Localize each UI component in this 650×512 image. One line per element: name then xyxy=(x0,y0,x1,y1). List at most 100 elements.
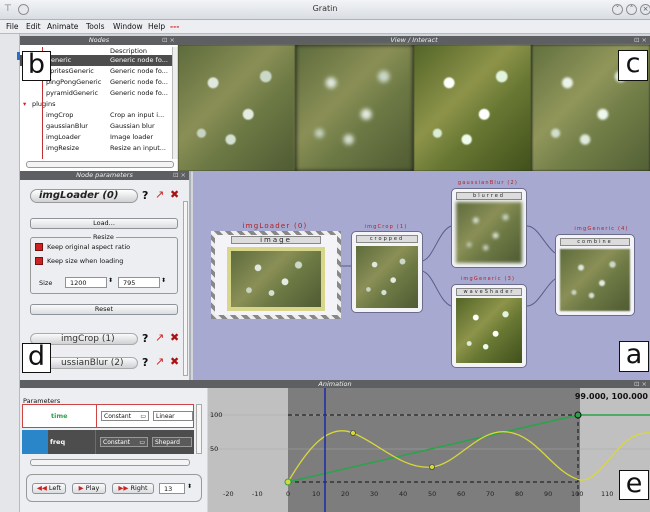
menu-edit[interactable]: Edit xyxy=(26,22,41,31)
graph-node-output: blurred xyxy=(456,192,522,200)
node-graph-panel: imgLoader (0) image imgCrop (1) cropped … xyxy=(193,171,650,380)
y-tick: 100 xyxy=(210,411,223,419)
x-tick: 80 xyxy=(515,490,524,498)
delete-icon[interactable]: ✖ xyxy=(170,188,179,201)
params-scrollbar[interactable] xyxy=(183,201,188,376)
animation-params-panel: Parameters time Constant ▭ Linear freq Co… xyxy=(20,388,207,512)
delete-icon[interactable]: ✖ xyxy=(170,331,179,344)
node-row-imgresize[interactable]: imgResize Resize an input... xyxy=(20,143,178,154)
anim-params-v-scrollbar[interactable] xyxy=(196,404,202,454)
right-button-label: Right xyxy=(130,484,148,492)
curve-select[interactable]: Shepard xyxy=(152,437,192,447)
view-image-blurred[interactable] xyxy=(296,45,413,171)
graph-node-imgcrop[interactable]: cropped xyxy=(351,231,423,313)
node-desc: Image loader xyxy=(110,133,153,141)
view-image-original[interactable] xyxy=(178,45,295,171)
width-field[interactable]: 1200 xyxy=(65,277,107,288)
graph-node-imggeneric-4[interactable]: combine xyxy=(555,234,635,316)
expand-arrow-icon[interactable]: ▾ xyxy=(23,99,26,110)
menu-file[interactable]: File xyxy=(6,22,19,31)
height-spin-icon[interactable]: ⬍ xyxy=(161,277,166,284)
nodes-panel-header: Nodes ⊡ × xyxy=(20,36,178,45)
height-field[interactable]: 795 xyxy=(118,277,160,288)
graph-node-thumbnail xyxy=(227,247,325,311)
interp-select[interactable]: Constant ▭ xyxy=(101,411,149,421)
play-button[interactable]: ▶ Play xyxy=(72,483,106,494)
graph-node-output: cropped xyxy=(356,235,418,243)
anim-param-name: freq xyxy=(50,438,66,446)
node-desc: Generic node fo... xyxy=(110,78,168,86)
pin-icon[interactable]: ↗ xyxy=(155,355,164,368)
node-title-pill[interactable]: imgLoader (0) xyxy=(30,189,138,203)
menu-animate[interactable]: Animate xyxy=(47,22,78,31)
menu-window[interactable]: Window xyxy=(113,22,143,31)
help-icon[interactable]: ? xyxy=(142,332,148,345)
anim-row-time[interactable]: time Constant ▭ Linear xyxy=(22,404,194,428)
node-desc: Gaussian blur xyxy=(110,122,155,130)
dropdown-icon: ▭ xyxy=(140,413,146,420)
frame-field[interactable]: 13 xyxy=(159,483,185,494)
node-name: SpritesGeneric xyxy=(46,67,94,75)
menu-extra[interactable]: --- xyxy=(170,22,179,31)
minimize-icon[interactable]: ˅ xyxy=(612,4,623,15)
width-spin-icon[interactable]: ⬍ xyxy=(108,277,113,284)
x-tick: 40 xyxy=(399,490,408,498)
graph-node-gaussianblur[interactable]: blurred xyxy=(451,188,527,268)
rewind-icon: ◀◀ xyxy=(36,484,47,492)
y-tick: 50 xyxy=(210,445,219,453)
delete-icon[interactable]: ✖ xyxy=(170,355,179,368)
menu-help[interactable]: Help xyxy=(148,22,165,31)
graph-node-thumbnail xyxy=(456,298,522,363)
size-label: Size xyxy=(39,279,53,287)
node-row-plugins[interactable]: ▾ plugins xyxy=(20,99,178,110)
interp-select[interactable]: Constant ▭ xyxy=(100,437,148,447)
right-button[interactable]: ▶▶ Right xyxy=(112,483,154,494)
x-tick: 90 xyxy=(544,490,553,498)
close-icon[interactable]: × xyxy=(640,4,650,15)
help-icon[interactable]: ? xyxy=(142,189,148,202)
nodes-h-scrollbar[interactable] xyxy=(26,161,174,168)
label-a: a xyxy=(619,341,649,372)
left-button-label: Left xyxy=(48,484,62,492)
keep-aspect-checkbox[interactable] xyxy=(35,243,43,251)
anim-row-freq[interactable]: freq Constant ▭ Shepard xyxy=(22,430,194,454)
graph-node-label: gaussianBlur (2) xyxy=(457,180,519,186)
node-name: imgResize xyxy=(46,144,80,152)
collapsed-node-title: imgCrop (1) xyxy=(61,334,115,344)
row-divider xyxy=(95,430,96,454)
anim-params-h-scrollbar[interactable] xyxy=(30,459,190,466)
node-desc: Generic node fo... xyxy=(110,67,168,75)
graph-node-imggeneric-3[interactable]: waveShader xyxy=(451,284,527,368)
nodes-panel-title: Nodes xyxy=(88,36,110,44)
view-image-wave[interactable] xyxy=(414,45,531,171)
collapsed-node-title: ussianBlur (2) xyxy=(61,358,124,368)
x-tick: 60 xyxy=(457,490,466,498)
node-row-imgloader[interactable]: imgLoader Image loader xyxy=(20,132,178,143)
animation-curve-editor[interactable]: 100 50 99.000, 100.000 -20 -10 0 10 20 3… xyxy=(208,388,650,512)
node-title: imgLoader (0) xyxy=(39,190,119,201)
panel-close-icon[interactable]: ⊡ × xyxy=(634,36,647,45)
node-row-imgcrop[interactable]: imgCrop Crop an input i... xyxy=(20,110,178,121)
panel-close-icon[interactable]: ⊡ × xyxy=(162,36,175,45)
pin-icon[interactable]: ↗ xyxy=(155,188,164,201)
freq-curve xyxy=(287,430,650,483)
pin-icon[interactable]: ↗ xyxy=(155,331,164,344)
node-desc: Crop an input i... xyxy=(110,111,165,119)
help-icon[interactable]: ? xyxy=(142,356,148,369)
node-row-pyramidgeneric[interactable]: pyramidGeneric Generic node fo... xyxy=(20,88,178,99)
node-row-gaussianblur[interactable]: gaussianBlur Gaussian blur xyxy=(20,121,178,132)
left-button[interactable]: ◀◀ Left xyxy=(32,483,66,494)
keep-size-checkbox[interactable] xyxy=(35,257,43,265)
menu-tools[interactable]: Tools xyxy=(86,22,104,31)
curve-select[interactable]: Linear xyxy=(153,411,193,421)
panel-close-icon[interactable]: ⊡ × xyxy=(173,171,186,180)
load-button[interactable]: Load... xyxy=(30,218,178,229)
row-color-swatch xyxy=(22,430,48,454)
graph-node-imgloader[interactable]: image xyxy=(211,231,341,319)
coordinate-readout: 99.000, 100.000 xyxy=(574,392,648,401)
reset-button[interactable]: Reset xyxy=(30,304,178,315)
node-name: pingPongGeneric xyxy=(46,78,102,86)
play-button-label: Play xyxy=(85,484,100,492)
frame-spin-icon[interactable]: ⬍ xyxy=(187,483,192,490)
maximize-icon[interactable]: ˄ xyxy=(626,4,637,15)
